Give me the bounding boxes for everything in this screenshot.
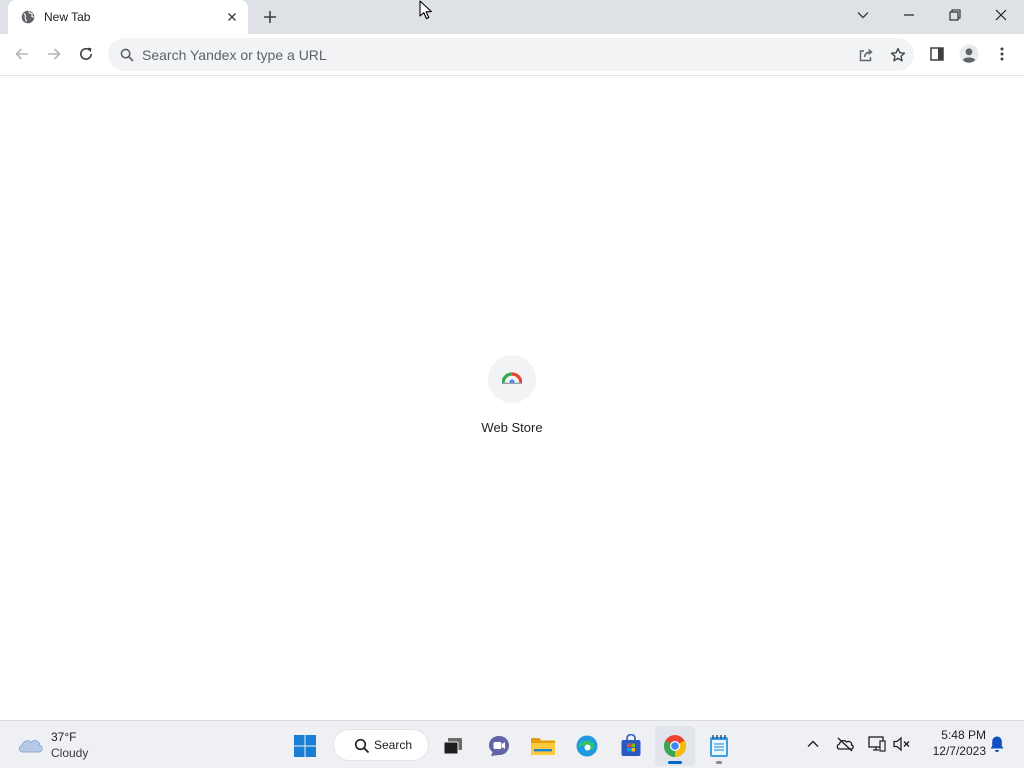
tab-title: New Tab <box>44 10 91 24</box>
star-icon[interactable] <box>888 45 908 65</box>
notepad-icon[interactable] <box>699 726 739 766</box>
shortcut-web-store[interactable]: Web Store <box>472 355 552 439</box>
share-icon[interactable] <box>856 45 876 65</box>
taskbar-search-box[interactable]: Search <box>333 729 429 761</box>
web-store-icon <box>501 370 523 389</box>
volume-muted-icon[interactable] <box>891 733 913 755</box>
shortcut-label: Web Store <box>481 420 543 435</box>
shortcut-tile <box>488 355 536 403</box>
search-icon <box>354 738 370 754</box>
close-tab-icon[interactable] <box>224 9 240 25</box>
new-tab-plus-icon[interactable] <box>258 5 282 29</box>
weather-condition: Cloudy <box>51 746 89 760</box>
active-app-indicator <box>668 761 682 764</box>
address-bar-input[interactable] <box>142 38 832 71</box>
microsoft-store-icon[interactable] <box>611 726 651 766</box>
tab-new-tab[interactable]: New Tab <box>8 0 248 34</box>
forward-arrow-icon[interactable] <box>40 40 68 68</box>
edge-icon[interactable] <box>567 726 607 766</box>
tab-strip: New Tab <box>0 0 1024 34</box>
reload-icon[interactable] <box>72 40 100 68</box>
taskbar: 37°F Cloudy Search 5:48 PM 12/7/2023 <box>0 720 1024 768</box>
omnibox[interactable] <box>108 38 914 71</box>
task-view-icon[interactable] <box>433 726 473 766</box>
back-arrow-icon[interactable] <box>8 40 36 68</box>
chrome-icon[interactable] <box>655 726 695 766</box>
globe-icon <box>21 10 35 24</box>
notification-bell-icon[interactable] <box>986 733 1008 755</box>
system-clock[interactable]: 5:48 PM 12/7/2023 <box>918 727 986 759</box>
running-app-indicator <box>716 761 722 764</box>
weather-temperature: 37°F <box>51 730 77 744</box>
weather-widget[interactable]: 37°F Cloudy <box>14 727 124 763</box>
clock-date: 12/7/2023 <box>932 744 986 758</box>
search-icon <box>120 48 134 62</box>
browser-toolbar <box>0 34 1024 76</box>
close-icon[interactable] <box>978 0 1024 30</box>
kebab-menu-icon[interactable] <box>988 40 1016 68</box>
minimize-icon[interactable] <box>886 0 932 30</box>
chevron-up-icon[interactable] <box>802 733 824 755</box>
side-panel-icon[interactable] <box>923 40 951 68</box>
onedrive-offline-icon[interactable] <box>834 733 856 755</box>
restore-icon[interactable] <box>932 0 978 30</box>
profile-avatar-icon[interactable] <box>955 40 983 68</box>
clock-time: 5:48 PM <box>941 728 986 742</box>
network-icon[interactable] <box>866 733 888 755</box>
new-tab-page: Web Store <box>0 77 1024 720</box>
file-explorer-icon[interactable] <box>523 726 563 766</box>
taskbar-search-label: Search <box>374 738 413 752</box>
windows-start-icon[interactable] <box>285 726 325 766</box>
mouse-cursor-icon <box>419 0 433 20</box>
cloud-icon <box>16 733 44 755</box>
tab-search-chevron-icon[interactable] <box>840 0 886 30</box>
teams-chat-icon[interactable] <box>479 726 519 766</box>
